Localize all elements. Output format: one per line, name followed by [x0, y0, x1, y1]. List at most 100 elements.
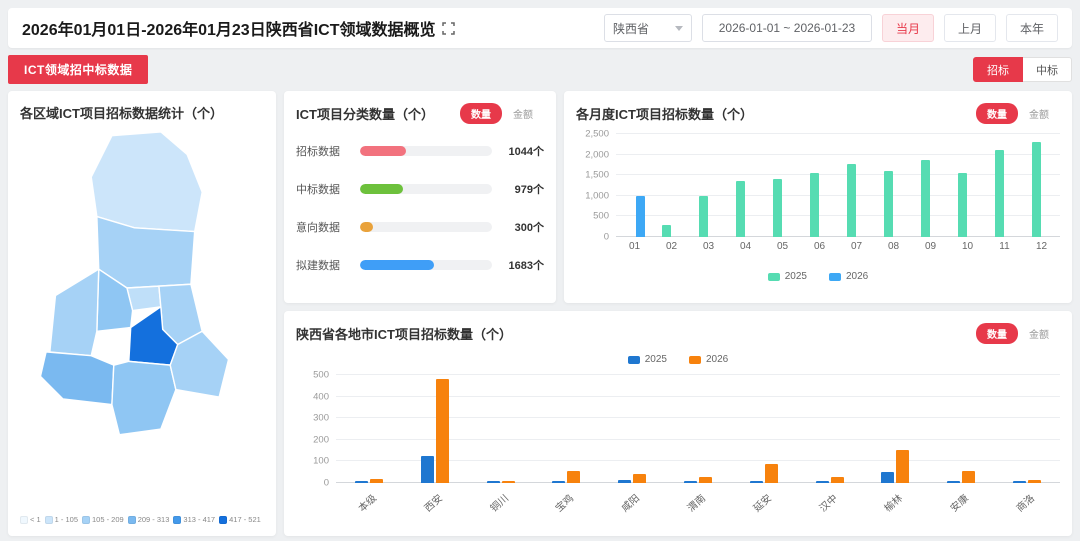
- section-tab-ict-bidding[interactable]: ICT领域招中标数据: [8, 55, 149, 84]
- map-legend-label: 417 - 521: [229, 515, 261, 524]
- period-button-this-year[interactable]: 本年: [1005, 14, 1058, 42]
- legend-item-2025[interactable]: 2025: [627, 354, 667, 365]
- bars: [881, 449, 910, 483]
- map-legend: < 1 1 - 105 105 - 209 209 - 313 313 - 417 417…: [20, 515, 264, 524]
- bars: [354, 478, 383, 483]
- bar-group: 01: [616, 134, 653, 252]
- bar-2025: [920, 159, 930, 237]
- bar-2025: [947, 481, 961, 483]
- fullscreen-icon[interactable]: [442, 21, 456, 35]
- map-legend-swatch: [82, 515, 90, 524]
- city-panel: 陕西省各地市ICT项目招标数量（个） 数量 金额 2025 2026 0 100 20…: [284, 311, 1072, 536]
- bar-group: 11: [986, 134, 1023, 252]
- monthly-bar-chart: 0 500 1,000 1,500 2,000 2,500 01 02 03 04 05 06 07 0…: [576, 129, 1060, 282]
- province-select-value: 陕西省: [612, 21, 649, 36]
- pill-quantity[interactable]: 数量: [976, 323, 1018, 344]
- legend-swatch: [829, 272, 841, 281]
- category-bar-track: [360, 146, 492, 156]
- chevron-down-icon: [674, 25, 683, 31]
- section-bar: ICT领域招中标数据 招标 中标: [8, 55, 1072, 84]
- bar-2025: [1031, 142, 1041, 237]
- pill-amount[interactable]: 金额: [1018, 323, 1060, 344]
- bar-groups: 01 02 03 04 05 06 07 08 09 10 11 12: [616, 134, 1060, 252]
- map-region-baoji[interactable]: [49, 268, 100, 357]
- map-legend-label: 105 - 209: [92, 515, 124, 524]
- legend-item-2025[interactable]: 2025: [767, 271, 807, 282]
- toggle-zhongbiao[interactable]: 中标: [1023, 57, 1072, 82]
- category-label: 意向数据: [296, 222, 340, 234]
- map-legend-swatch: [173, 515, 182, 524]
- plot-area: 01 02 03 04 05 06 07 08 09 10 11 12: [616, 133, 1060, 252]
- x-axis-label: 08: [887, 241, 900, 252]
- bar-2025: [698, 195, 708, 237]
- pill-quantity[interactable]: 数量: [976, 103, 1018, 124]
- category-value: 1044个: [508, 146, 544, 158]
- legend-label: 2026: [706, 354, 729, 365]
- map-region-hanzhong[interactable]: [39, 351, 115, 406]
- bar-group: 09: [912, 134, 949, 252]
- map-region-yulin[interactable]: [90, 131, 203, 233]
- bar-2025: [881, 472, 895, 483]
- period-button-last-month[interactable]: 上月: [943, 14, 996, 42]
- legend-item-2026[interactable]: 2026: [829, 271, 868, 282]
- bars: [957, 173, 978, 237]
- legend-label: 2026: [846, 271, 869, 282]
- chart-legend: 2025 2026: [296, 354, 1060, 365]
- period-button-current-month[interactable]: 当月: [881, 14, 934, 42]
- map-legend-swatch: [20, 515, 28, 524]
- category-label: 招标数据: [296, 146, 340, 158]
- map-legend-swatch: [44, 515, 53, 524]
- map-legend-item: 1 - 105: [44, 515, 78, 524]
- toggle-zhaobiao[interactable]: 招标: [973, 57, 1023, 82]
- legend-item-2026[interactable]: 2026: [689, 354, 728, 365]
- bars: [772, 179, 793, 237]
- x-axis-label: 03: [702, 241, 715, 252]
- bars: [809, 173, 830, 237]
- x-axis-label: 06: [813, 241, 826, 252]
- pill-amount[interactable]: 金额: [502, 103, 544, 124]
- map-panel-title: 各区域ICT项目招标数据统计（个）: [20, 106, 223, 121]
- bar-2025: [809, 173, 819, 237]
- x-axis-label: 10: [961, 241, 974, 252]
- pill-quantity[interactable]: 数量: [460, 103, 502, 124]
- bars: [1031, 142, 1052, 237]
- x-axis-label: 咸阳: [619, 492, 643, 515]
- map-legend-swatch: [219, 515, 228, 524]
- bar-group: 05: [764, 134, 801, 252]
- bars: [552, 471, 581, 483]
- pill-amount[interactable]: 金额: [1018, 103, 1060, 124]
- bar-groups: 本级 西安 铜川 宝鸡 咸阳 渭南 延安 汉中 榆林 安康 商洛: [336, 375, 1060, 515]
- x-axis-label: 11: [999, 241, 1010, 252]
- bars: [920, 159, 941, 237]
- y-axis-label: 1,000: [585, 190, 609, 202]
- category-label: 中标数据: [296, 184, 340, 196]
- y-axis-label: 500: [593, 210, 609, 222]
- y-axis-label: 500: [313, 369, 329, 381]
- bars: [947, 471, 976, 483]
- x-axis-label: 西安: [422, 492, 445, 515]
- x-axis-label: 01: [628, 241, 641, 252]
- map-legend-item: 417 - 521: [219, 515, 261, 524]
- category-label: 拟建数据: [296, 260, 340, 272]
- bars: [661, 224, 682, 237]
- bar-2026: [698, 476, 712, 483]
- map-legend-label: 313 - 417: [183, 515, 216, 524]
- bar-2026: [764, 464, 778, 483]
- x-axis-label: 07: [850, 241, 863, 252]
- x-axis-label: 汉中: [817, 492, 840, 515]
- category-bar-fill: [360, 222, 374, 232]
- bar-2025: [772, 179, 782, 237]
- x-axis-label: 05: [776, 241, 789, 252]
- bar-2025: [486, 481, 500, 483]
- category-row: 招标数据 1044个: [296, 132, 544, 170]
- category-row: 拟建数据 1683个: [296, 246, 544, 284]
- date-range-input[interactable]: 2026-01-01 ~ 2026-01-23: [701, 14, 872, 42]
- map-region-ankang[interactable]: [111, 360, 177, 436]
- monthly-panel-title: 各月度ICT项目招标数量（个）: [576, 107, 753, 122]
- bar-group: 03: [690, 134, 727, 252]
- bar-group: 10: [949, 134, 986, 252]
- province-select[interactable]: 陕西省: [603, 14, 692, 42]
- y-axis-label: 1,500: [585, 169, 609, 181]
- bar-2026: [1028, 479, 1042, 483]
- bar-2025: [749, 480, 763, 483]
